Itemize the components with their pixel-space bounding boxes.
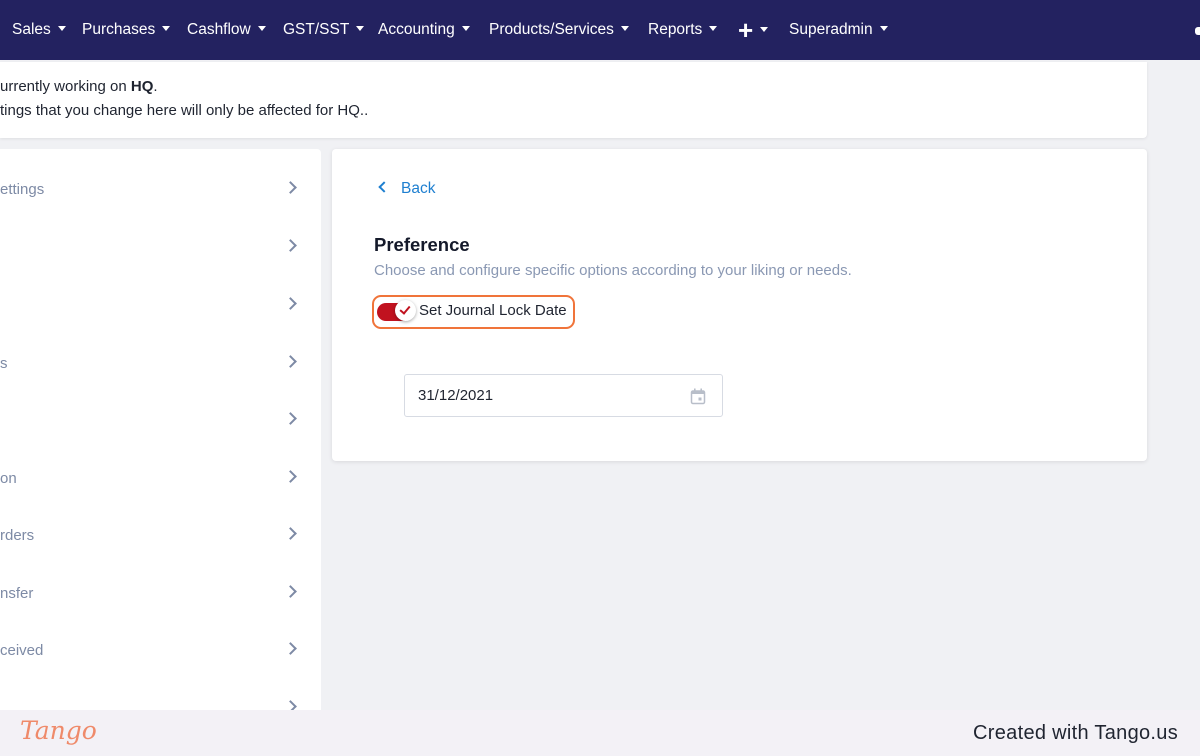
chevron-left-icon <box>378 181 390 194</box>
chevron-right-icon <box>284 585 297 598</box>
chevron-right-icon <box>284 642 297 655</box>
sidebar-item[interactable] <box>0 229 321 269</box>
footer-bar: Tango Created with Tango.us <box>0 710 1200 756</box>
caret-down-icon <box>879 26 888 32</box>
sidebar-item[interactable]: ettings <box>0 171 321 211</box>
caret-down-icon <box>257 26 266 32</box>
chevron-right-icon <box>284 355 297 368</box>
toggle-label: Set Journal Lock Date <box>419 302 567 319</box>
notice-line-2: tings that you change here will only be … <box>0 102 369 119</box>
nav-reports-label: Reports <box>648 21 703 38</box>
plus-icon: + <box>738 15 754 45</box>
chevron-right-icon <box>284 527 297 540</box>
chevron-right-icon <box>284 470 297 483</box>
back-label: Back <box>401 180 436 197</box>
panel-subtitle: Choose and configure specific options ac… <box>374 262 852 279</box>
sidebar-item[interactable]: on <box>0 460 321 500</box>
user-icon[interactable] <box>1195 27 1200 35</box>
caret-down-icon <box>620 26 629 32</box>
nav-sales-label: Sales <box>12 21 51 38</box>
lock-date-value: 31/12/2021 <box>418 387 494 404</box>
created-with-text: Created with Tango.us <box>973 722 1178 744</box>
nav-products-services[interactable]: Products/Services <box>489 0 629 60</box>
sidebar-item[interactable]: s <box>0 345 321 385</box>
nav-gst-sst-label: GST/SST <box>283 21 350 38</box>
nav-accounting-label: Accounting <box>378 21 455 38</box>
nav-purchases[interactable]: Purchases <box>82 0 171 60</box>
preference-panel: Back Preference Choose and configure spe… <box>332 149 1147 461</box>
sidebar-item[interactable] <box>0 287 321 327</box>
chevron-right-icon <box>284 412 297 425</box>
nav-cashflow[interactable]: Cashflow <box>187 0 266 60</box>
nav-add[interactable]: + <box>738 0 769 60</box>
caret-down-icon <box>57 26 66 32</box>
top-navbar: Sales Purchases Cashflow GST/SST Account… <box>0 0 1200 60</box>
caret-down-icon <box>461 26 470 32</box>
branch-name: HQ <box>130 78 154 95</box>
caret-down-icon <box>709 26 718 32</box>
sidebar-item-label: ettings <box>0 181 45 198</box>
check-icon <box>399 303 411 315</box>
chevron-right-icon <box>284 297 297 310</box>
sidebar-item[interactable]: ceived <box>0 632 321 672</box>
nav-sales[interactable]: Sales <box>12 0 66 60</box>
sidebar-item-label: on <box>0 470 17 487</box>
sidebar-item[interactable]: nsfer <box>0 575 321 615</box>
journal-lock-toggle[interactable]: Set Journal Lock Date <box>372 295 575 329</box>
chevron-right-icon <box>284 239 297 252</box>
sidebar-item[interactable] <box>0 690 321 710</box>
calendar-icon[interactable] <box>690 388 706 405</box>
nav-cashflow-label: Cashflow <box>187 21 251 38</box>
caret-down-icon <box>162 26 171 32</box>
settings-sidebar: ettings s on rders nsfer ceived <box>0 149 321 710</box>
back-link[interactable]: Back <box>378 178 436 200</box>
tango-logo: Tango <box>20 716 97 745</box>
nav-superadmin-label: Superadmin <box>789 21 873 38</box>
nav-purchases-label: Purchases <box>82 21 156 38</box>
notice-period: . <box>153 78 158 95</box>
branch-notice: urrently working on HQ. tings that you c… <box>0 62 1147 138</box>
sidebar-item[interactable] <box>0 402 321 442</box>
panel-title: Preference <box>374 234 470 255</box>
nav-accounting[interactable]: Accounting <box>378 0 470 60</box>
nav-reports[interactable]: Reports <box>648 0 718 60</box>
chevron-right-icon <box>284 181 297 194</box>
nav-products-services-label: Products/Services <box>489 21 614 38</box>
lock-date-input[interactable]: 31/12/2021 <box>404 374 723 417</box>
caret-down-icon <box>356 26 365 32</box>
nav-gst-sst[interactable]: GST/SST <box>283 0 365 60</box>
sidebar-item-label: nsfer <box>0 585 34 602</box>
nav-superadmin[interactable]: Superadmin <box>789 0 888 60</box>
caret-down-icon <box>760 26 769 32</box>
notice-text: urrently working on <box>0 78 131 95</box>
sidebar-item-label: ceived <box>0 642 44 659</box>
chevron-right-icon <box>284 700 297 710</box>
notice-line-1: urrently working on HQ. <box>0 78 158 95</box>
sidebar-item-label: rders <box>0 527 35 544</box>
toggle-switch[interactable] <box>377 300 416 321</box>
toggle-knob <box>395 300 416 321</box>
sidebar-item[interactable]: rders <box>0 517 321 557</box>
sidebar-item-label: s <box>0 355 8 372</box>
